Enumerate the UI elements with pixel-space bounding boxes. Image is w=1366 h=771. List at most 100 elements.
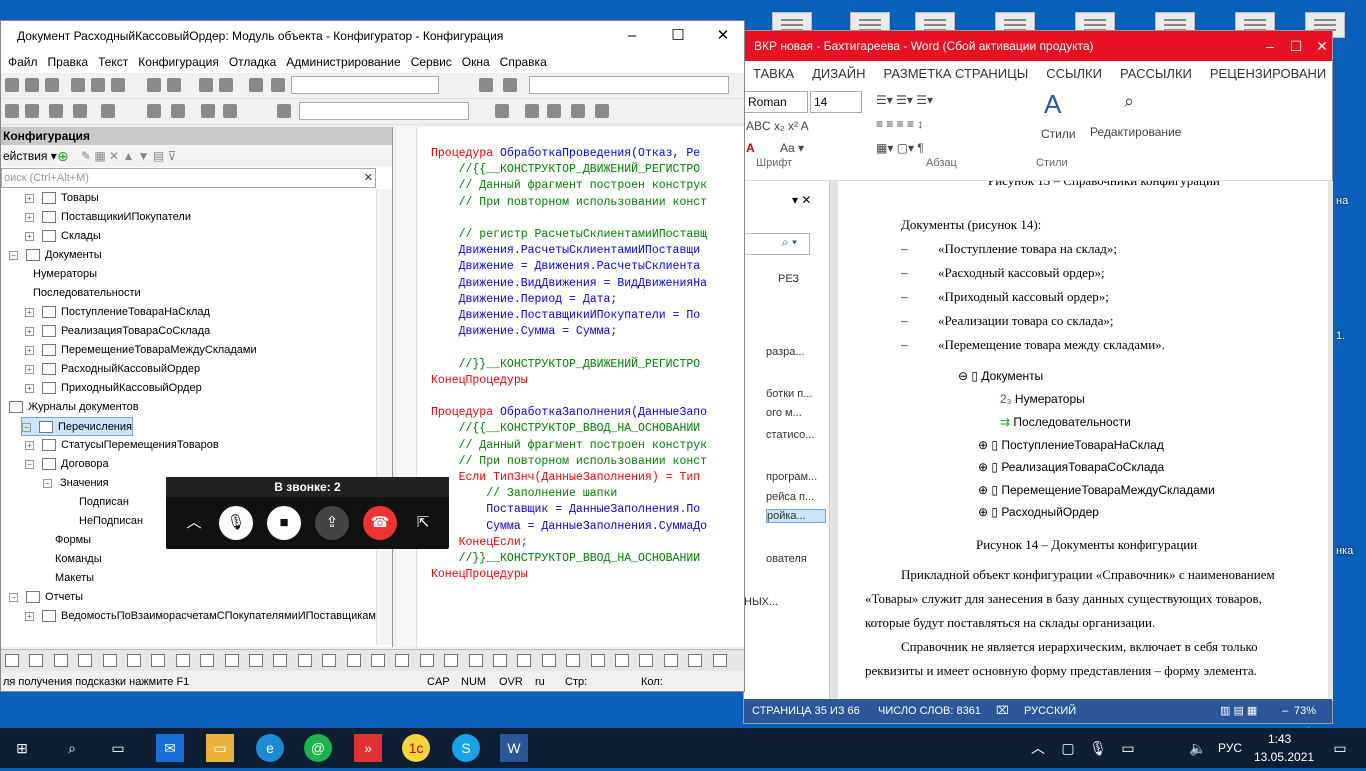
proofing-icon[interactable]: ⌧ [996, 699, 1009, 723]
font-size-icon[interactable]: Aa ▾ [780, 141, 804, 155]
search-icon[interactable]: ⌕ [58, 734, 86, 762]
toolbar-icon[interactable] [5, 78, 19, 92]
tree-item[interactable]: + СтатусыПеремещенияТоваров [25, 436, 219, 455]
toolbar-combo[interactable] [529, 76, 729, 94]
expand-icon[interactable]: + [25, 326, 34, 336]
para-buttons[interactable]: ▦▾ ▢▾ ¶ [876, 141, 924, 155]
menu-help[interactable]: Справка [495, 55, 552, 69]
window-tab-icon[interactable] [419, 654, 434, 667]
font-name-select[interactable]: Roman [744, 91, 808, 113]
add-icon[interactable]: ⊕ [57, 145, 69, 167]
nav-heading[interactable]: ователя [766, 553, 807, 565]
toolbar-icon[interactable] [101, 104, 115, 118]
expand-icon[interactable]: − [9, 592, 18, 602]
tab-mailings[interactable]: РАССЫЛКИ [1111, 66, 1201, 81]
popout-icon[interactable]: ⇱ [406, 506, 440, 540]
toolbar-icon[interactable] [147, 78, 161, 92]
expand-icon[interactable]: − [9, 250, 18, 260]
nav-heading[interactable]: програм... [766, 471, 817, 483]
document-page[interactable]: Рисунок 13 – Справочники конфигурации До… [838, 181, 1328, 701]
tray-microphone-icon[interactable]: 🎙 [1084, 734, 1112, 762]
expand-icon[interactable]: + [25, 193, 34, 203]
window-tab-icon[interactable] [151, 654, 166, 667]
close-icon[interactable]: ▾ ✕ [792, 193, 811, 207]
window-tab-icon[interactable] [371, 654, 385, 667]
expand-icon[interactable]: + [25, 307, 34, 317]
window-tab-icon[interactable] [273, 654, 288, 667]
window-tab-icon[interactable] [200, 654, 215, 667]
code-line[interactable]: // регистр РасчетыСклиентамиИПоставщ [431, 228, 707, 241]
code-line[interactable]: Процедура ОбработкаПроведения(Отказ, Ре [431, 147, 700, 160]
menu-windows[interactable]: Окна [457, 55, 495, 69]
code-line[interactable]: Движение.Период = Дата; [431, 293, 618, 306]
toolbar-icon[interactable] [171, 104, 185, 118]
tree-item[interactable]: Формы [55, 531, 91, 550]
styles-button[interactable]: Стили [1041, 127, 1076, 141]
zoom-level[interactable]: 73% [1294, 699, 1316, 723]
toolbar-icon[interactable] [167, 78, 181, 92]
window-tab-icon[interactable] [615, 654, 629, 667]
screen-share-icon[interactable]: ⇪ [315, 506, 349, 540]
clock-date[interactable]: 13.05.2021 [1254, 750, 1314, 764]
code-line[interactable]: //}}__КОНСТРУКТОР_ВВОД_НА_ОСНОВАНИИ [431, 552, 701, 565]
tree-item[interactable]: − Значения [43, 474, 109, 493]
code-line[interactable]: //{{__КОНСТРУКТОР_ДВИЖЕНИЙ_РЕГИСТРО [431, 163, 701, 176]
toolbar-icon[interactable] [111, 78, 125, 92]
code-line[interactable]: //}}__КОНСТРУКТОР_ДВИЖЕНИЙ_РЕГИСТРО [431, 358, 701, 371]
window-tab-icon[interactable] [78, 654, 93, 667]
close-icon[interactable]: ✕ [1308, 31, 1336, 61]
window-tab-icon[interactable] [688, 654, 703, 667]
expand-icon[interactable]: − [43, 478, 52, 488]
code-line[interactable]: // Данный фрагмент построен конструк [431, 439, 707, 452]
window-tab-icon[interactable] [590, 654, 605, 667]
binoculars-icon[interactable]: ⌕ [1124, 91, 1134, 112]
toolbar-icon[interactable] [223, 104, 237, 118]
tab-insert[interactable]: ТАВКА [744, 66, 803, 81]
folder-icon[interactable]: ▭ [206, 734, 234, 762]
code-line[interactable]: // Данный фрагмент построен конструк [431, 179, 707, 192]
notifications-icon[interactable]: ▭ [1326, 734, 1354, 762]
close-icon[interactable]: ✕ [700, 21, 744, 51]
nav-heading[interactable]: статисо... [766, 429, 814, 441]
styles-icon[interactable]: A [1044, 89, 1061, 120]
task-view-icon[interactable]: ▭ [104, 734, 132, 762]
font-size-select[interactable]: 14 [810, 91, 862, 113]
window-tab-icon[interactable] [53, 654, 68, 667]
nav-heading[interactable]: рейса п... [766, 491, 814, 503]
toolbar-icon[interactable] [25, 104, 39, 118]
code-line[interactable]: КонецПроцедуры [431, 568, 528, 581]
expand-icon[interactable]: + [25, 383, 34, 393]
window-tab-icon[interactable] [175, 654, 190, 667]
toolbar-icon[interactable] [25, 78, 39, 92]
tree-item[interactable]: + ПриходныйКассовыйОрдер [25, 379, 202, 398]
search-icon[interactable] [271, 78, 285, 92]
tree-search-input[interactable]: оиск (Ctrl+Alt+M) ✕ [1, 168, 376, 188]
tab-design[interactable]: ДИЗАЙН [803, 66, 874, 81]
page-count[interactable]: СТРАНИЦА 35 ИЗ 66 [752, 699, 860, 723]
word-icon[interactable]: W [500, 734, 528, 762]
clear-icon[interactable]: ✕ [364, 169, 373, 187]
toolbar-icon[interactable] [201, 104, 215, 118]
menu-debug[interactable]: Отладка [224, 55, 281, 69]
toolbar-icon[interactable] [219, 78, 233, 92]
edge-icon[interactable]: e [256, 734, 284, 762]
chevron-up-icon[interactable]: ︿ [177, 506, 211, 540]
font-buttons[interactable]: ABC x₂ x² A [746, 119, 809, 133]
maximize-icon[interactable]: ☐ [655, 21, 701, 51]
scrollbar[interactable] [376, 189, 392, 645]
expand-icon[interactable]: + [25, 212, 34, 222]
minimize-icon[interactable]: – [609, 21, 655, 51]
expand-icon[interactable]: − [25, 459, 34, 469]
tree-item[interactable]: − Договора [25, 455, 109, 474]
tree-item[interactable]: − Перечисления [21, 417, 133, 436]
window-tab-icon[interactable] [639, 654, 654, 667]
tree-item[interactable]: + Товары [25, 189, 99, 208]
toolbar-icon[interactable] [73, 104, 87, 118]
expand-icon[interactable]: − [22, 422, 31, 432]
window-tab-icon[interactable] [322, 654, 337, 667]
expand-icon[interactable]: + [25, 364, 34, 374]
code-line[interactable]: Поставщик = ДанныеЗаполнения.По [431, 503, 700, 516]
tab-references[interactable]: ССЫЛКИ [1037, 66, 1111, 81]
window-tab-icon[interactable] [663, 654, 678, 667]
windows-start-icon[interactable]: ⊞ [8, 734, 36, 762]
